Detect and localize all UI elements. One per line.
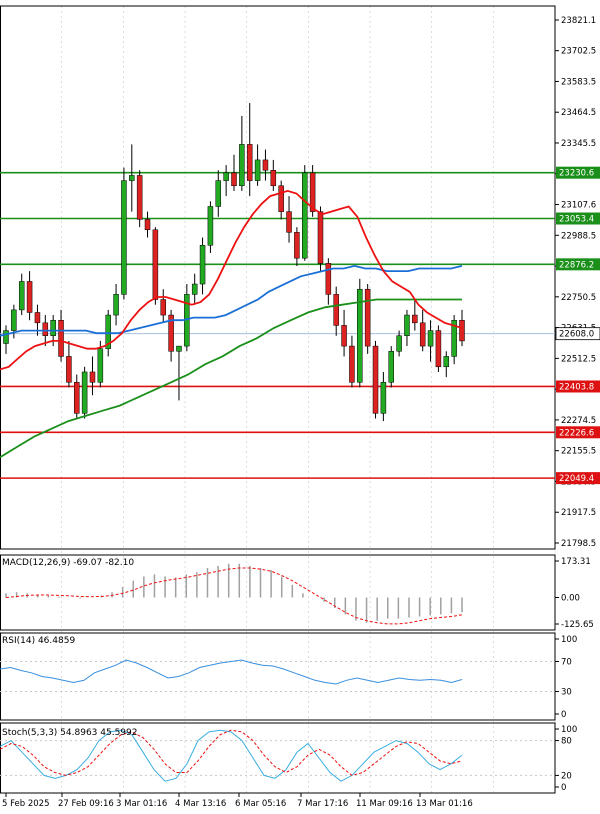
candle-body — [66, 356, 72, 383]
candle-body — [231, 172, 237, 187]
candle-body — [121, 180, 127, 295]
candle-body — [254, 159, 261, 181]
time-tick-label: 5 Feb 2025 — [2, 799, 50, 809]
level-label: 22403.8 — [559, 382, 594, 392]
candle-body — [58, 319, 64, 357]
stoch-tick-label: 20 — [561, 771, 572, 781]
candle-body — [286, 211, 292, 233]
time-tick-label: 6 Mar 05:16 — [235, 799, 286, 809]
candle-body — [341, 325, 347, 347]
candle-body — [435, 330, 442, 368]
macd-tick-label: 173.31 — [561, 557, 591, 567]
candle-body — [364, 288, 371, 347]
candle-body — [34, 312, 41, 324]
time-tick-label: 4 Mar 13:16 — [175, 799, 226, 809]
rsi-tick-label: 30 — [561, 688, 572, 698]
price-tick-label: 22750.5 — [561, 293, 596, 303]
candle-body — [129, 175, 135, 181]
candle-body — [207, 206, 214, 246]
price-tick-label: 23345.5 — [561, 139, 596, 149]
candle-body — [74, 382, 80, 414]
candle-body — [11, 309, 17, 331]
candle-body — [42, 322, 49, 336]
candle-body — [18, 281, 25, 311]
candle-body — [50, 319, 56, 336]
rsi-label: RSI(14) 46.4859 — [2, 636, 75, 646]
price-tick-label: 23702.5 — [561, 47, 596, 57]
candle-body — [152, 229, 159, 300]
price-tick-label: 22155.5 — [561, 447, 596, 457]
candle-body — [81, 371, 88, 414]
candle-body — [294, 232, 300, 259]
candle-body — [176, 345, 182, 352]
candle-body — [443, 356, 450, 368]
candle-body — [412, 314, 418, 324]
price-tick-label: 23583.5 — [561, 77, 596, 87]
candle-body — [388, 351, 394, 383]
rsi-tick-label: 0 — [561, 710, 566, 720]
candle-body — [317, 211, 324, 264]
current-price-label: 22608.0 — [559, 330, 594, 340]
candle-body — [199, 244, 206, 285]
rsi-tick-label: 100 — [561, 635, 577, 645]
level-label: 22226.6 — [559, 428, 594, 438]
macd-tick-label: 0.00 — [561, 594, 580, 604]
price-tick-label: 22512.5 — [561, 354, 596, 364]
candle-body — [239, 144, 245, 187]
candle-body — [372, 345, 379, 414]
candle-body — [246, 144, 253, 181]
price-tick-label: 23107.6 — [561, 200, 596, 210]
macd-label: MACD(12,26,9) -69.07 -82.10 — [2, 558, 134, 568]
candle-body — [278, 185, 284, 212]
candle-body — [144, 219, 151, 230]
candle-body — [333, 294, 339, 326]
candle-body — [270, 170, 277, 187]
macd-tick-label: -125.65 — [561, 620, 594, 630]
candle-body — [396, 335, 402, 352]
candle-body — [89, 371, 96, 383]
level-label: 23053.4 — [559, 215, 594, 225]
stoch-tick-label: 0 — [561, 783, 566, 793]
time-tick-label: 3 Mar 01:16 — [116, 799, 167, 809]
candle-body — [215, 180, 222, 207]
level-label: 22049.4 — [559, 474, 594, 484]
price-tick-label: 22274.5 — [561, 416, 596, 426]
candle-body — [262, 159, 269, 171]
candle-body — [419, 322, 426, 347]
price-tick-label: 23464.5 — [561, 108, 596, 118]
candle-body — [302, 172, 308, 259]
level-label: 22876.2 — [559, 260, 594, 270]
candle-body — [427, 330, 434, 347]
candle-body — [325, 263, 332, 295]
time-tick-label: 7 Mar 17:16 — [297, 799, 348, 809]
candle-body — [191, 283, 198, 295]
price-tick-label: 23821.1 — [561, 16, 596, 26]
time-tick-label: 11 Mar 09:16 — [356, 799, 413, 809]
candle-body — [3, 330, 9, 344]
price-tick-label: 21917.5 — [561, 508, 596, 518]
price-tick-label: 21798.5 — [561, 539, 596, 549]
price-tick-label: 22988.5 — [561, 231, 596, 241]
candle-body — [136, 175, 143, 220]
candle-body — [349, 345, 355, 383]
rsi-tick-label: 70 — [561, 658, 572, 668]
candle-body — [380, 382, 387, 414]
candle-body — [26, 281, 33, 313]
candle-body — [97, 348, 104, 383]
candle-body — [160, 299, 166, 316]
candle-body — [459, 319, 465, 342]
level-label: 23230.6 — [559, 169, 594, 179]
stoch-tick-label: 80 — [561, 737, 572, 747]
candle-body — [404, 314, 410, 336]
candle-body — [223, 172, 229, 181]
time-tick-label: 27 Feb 09:16 — [58, 799, 114, 809]
time-tick-label: 13 Mar 01:16 — [416, 799, 473, 809]
stoch-tick-label: 100 — [561, 725, 577, 735]
trading-chart: 23821.123702.523583.523464.523345.523226… — [0, 0, 600, 814]
candle-body — [113, 294, 119, 316]
stoch-label: Stoch(5,3,3) 54.8963 45.5992 — [2, 728, 137, 738]
